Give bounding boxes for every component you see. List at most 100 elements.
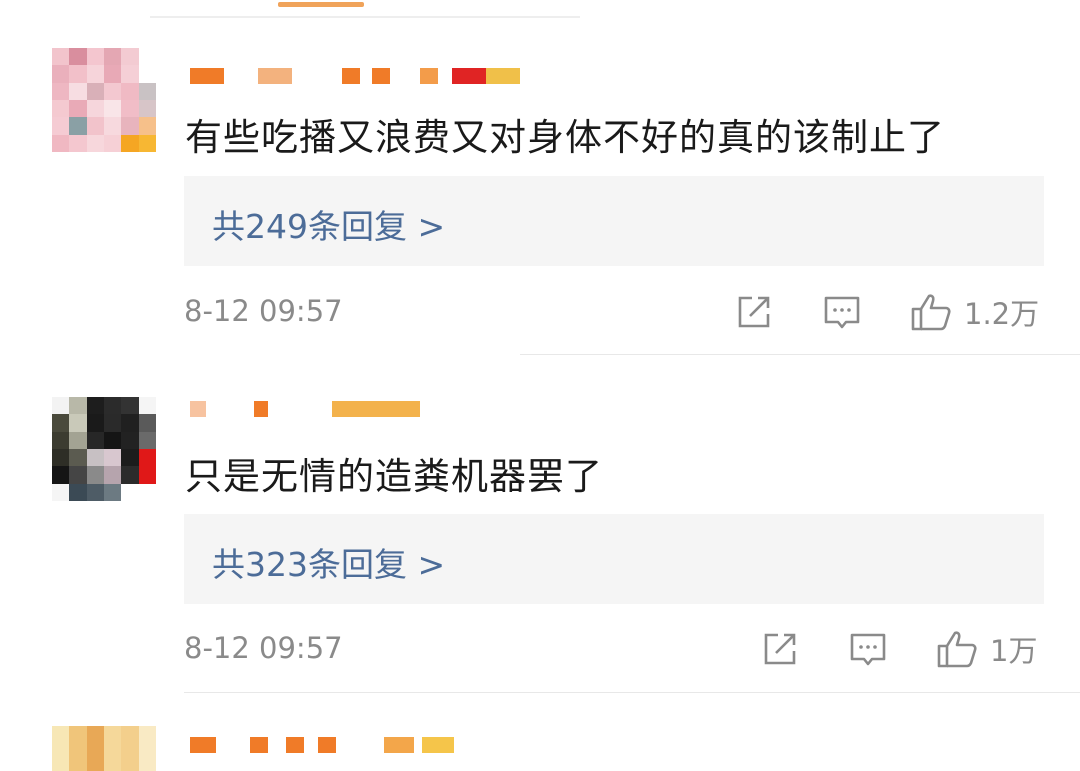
avatar-pixel bbox=[86, 82, 104, 100]
like-button[interactable]: 1万 bbox=[936, 629, 1037, 669]
avatar-pixel bbox=[138, 48, 156, 66]
avatar-pixel bbox=[52, 760, 70, 771]
username-blur-block bbox=[420, 68, 438, 84]
view-replies-link[interactable]: 共323条回复 > bbox=[212, 538, 445, 586]
avatar-pixel bbox=[69, 726, 87, 744]
avatar-pixel bbox=[52, 134, 70, 152]
avatar-pixel bbox=[86, 431, 104, 449]
avatar-pixel bbox=[69, 82, 87, 100]
replies-box[interactable]: 共249条回复 > bbox=[184, 176, 1044, 266]
avatar-pixel bbox=[138, 466, 156, 484]
avatar-pixel bbox=[138, 483, 156, 501]
avatar-pixel bbox=[138, 100, 156, 118]
username-blurred[interactable] bbox=[190, 396, 420, 422]
avatar-pixel bbox=[138, 449, 156, 467]
avatar-pixel bbox=[138, 414, 156, 432]
avatar-pixel bbox=[69, 414, 87, 432]
avatar-pixel bbox=[69, 760, 87, 771]
avatar-pixel bbox=[138, 726, 156, 744]
avatar-pixel bbox=[138, 117, 156, 135]
avatar-pixel bbox=[121, 100, 139, 118]
avatar-pixel bbox=[104, 483, 122, 501]
share-button[interactable] bbox=[760, 629, 800, 669]
avatar-pixel bbox=[86, 466, 104, 484]
avatar-pixel bbox=[69, 100, 87, 118]
avatar-pixel bbox=[86, 134, 104, 152]
avatar-pixel bbox=[86, 48, 104, 66]
username-blurred[interactable] bbox=[190, 732, 454, 758]
avatar-pixel bbox=[121, 760, 139, 771]
avatar-pixel bbox=[138, 82, 156, 100]
avatar-pixel bbox=[104, 117, 122, 135]
comment-icon bbox=[850, 633, 886, 666]
replies-box[interactable]: 共323条回复 > bbox=[184, 514, 1044, 604]
avatar-pixel bbox=[86, 65, 104, 83]
avatar-pixel bbox=[121, 48, 139, 66]
avatar-pixel bbox=[104, 100, 122, 118]
comment-meta-row: 8-12 09:57 1万 bbox=[184, 629, 1044, 669]
avatar-pixel bbox=[104, 449, 122, 467]
avatar-pixel bbox=[121, 483, 139, 501]
avatar[interactable] bbox=[52, 48, 156, 152]
avatar-pixel bbox=[69, 65, 87, 83]
share-button[interactable] bbox=[734, 292, 774, 332]
avatar-pixel bbox=[138, 743, 156, 761]
username-blur-block bbox=[422, 737, 454, 753]
avatar[interactable] bbox=[52, 726, 156, 771]
avatar-pixel bbox=[104, 431, 122, 449]
avatar-pixel bbox=[69, 483, 87, 501]
comment-text: 只是无情的造粪机器罢了 bbox=[185, 455, 603, 498]
avatar-pixel bbox=[52, 82, 70, 100]
comment-meta-row: 8-12 09:57 1.2万 bbox=[184, 292, 1044, 332]
thumbs-up-icon bbox=[937, 631, 977, 668]
avatar-pixel bbox=[104, 760, 122, 771]
avatar-pixel bbox=[121, 82, 139, 100]
avatar-pixel bbox=[104, 466, 122, 484]
comment-text: 有些吃播又浪费又对身体不好的真的该制止了 bbox=[185, 116, 945, 159]
avatar-pixel bbox=[69, 397, 87, 415]
avatar-pixel bbox=[69, 48, 87, 66]
username-blur-block bbox=[318, 737, 336, 753]
avatar-pixel bbox=[52, 726, 70, 744]
comment-button[interactable] bbox=[822, 292, 862, 332]
username-blur-block bbox=[486, 68, 520, 84]
username-blurred[interactable] bbox=[190, 63, 520, 89]
avatar-pixel bbox=[138, 760, 156, 771]
comment-icon bbox=[824, 296, 860, 329]
comment-button[interactable] bbox=[848, 629, 888, 669]
username-blur-block bbox=[332, 401, 376, 417]
avatar-pixel bbox=[69, 117, 87, 135]
like-button[interactable]: 1.2万 bbox=[910, 292, 1039, 332]
view-replies-link[interactable]: 共249条回复 > bbox=[212, 200, 445, 248]
avatar-pixel bbox=[121, 743, 139, 761]
avatar-pixel bbox=[52, 117, 70, 135]
username-blur-block bbox=[384, 737, 414, 753]
avatar-pixel bbox=[121, 134, 139, 152]
username-blur-block bbox=[254, 401, 268, 417]
username-blur-block bbox=[190, 737, 216, 753]
avatar-pixel bbox=[121, 726, 139, 744]
username-blur-block bbox=[342, 68, 360, 84]
avatar-pixel bbox=[69, 449, 87, 467]
avatar-pixel bbox=[104, 134, 122, 152]
avatar-pixel bbox=[86, 726, 104, 744]
username-blur-block bbox=[452, 68, 486, 84]
avatar-pixel bbox=[138, 431, 156, 449]
avatar-pixel bbox=[86, 483, 104, 501]
avatar-pixel bbox=[52, 100, 70, 118]
avatar-pixel bbox=[104, 65, 122, 83]
thumbs-up-icon bbox=[911, 294, 951, 331]
avatar-pixel bbox=[52, 466, 70, 484]
comment-feed: 有些吃播又浪费又对身体不好的真的该制止了 共249条回复 > 8-12 09:5… bbox=[0, 0, 1080, 771]
username-blur-block bbox=[286, 737, 304, 753]
avatar-pixel bbox=[52, 414, 70, 432]
avatar[interactable] bbox=[52, 397, 156, 501]
avatar-pixel bbox=[104, 726, 122, 744]
avatar-pixel bbox=[52, 48, 70, 66]
avatar-pixel bbox=[86, 760, 104, 771]
username-blur-block bbox=[376, 401, 420, 417]
like-count: 1万 bbox=[990, 634, 1038, 668]
top-divider bbox=[150, 16, 580, 18]
comment-divider bbox=[520, 354, 1080, 355]
avatar-pixel bbox=[104, 48, 122, 66]
